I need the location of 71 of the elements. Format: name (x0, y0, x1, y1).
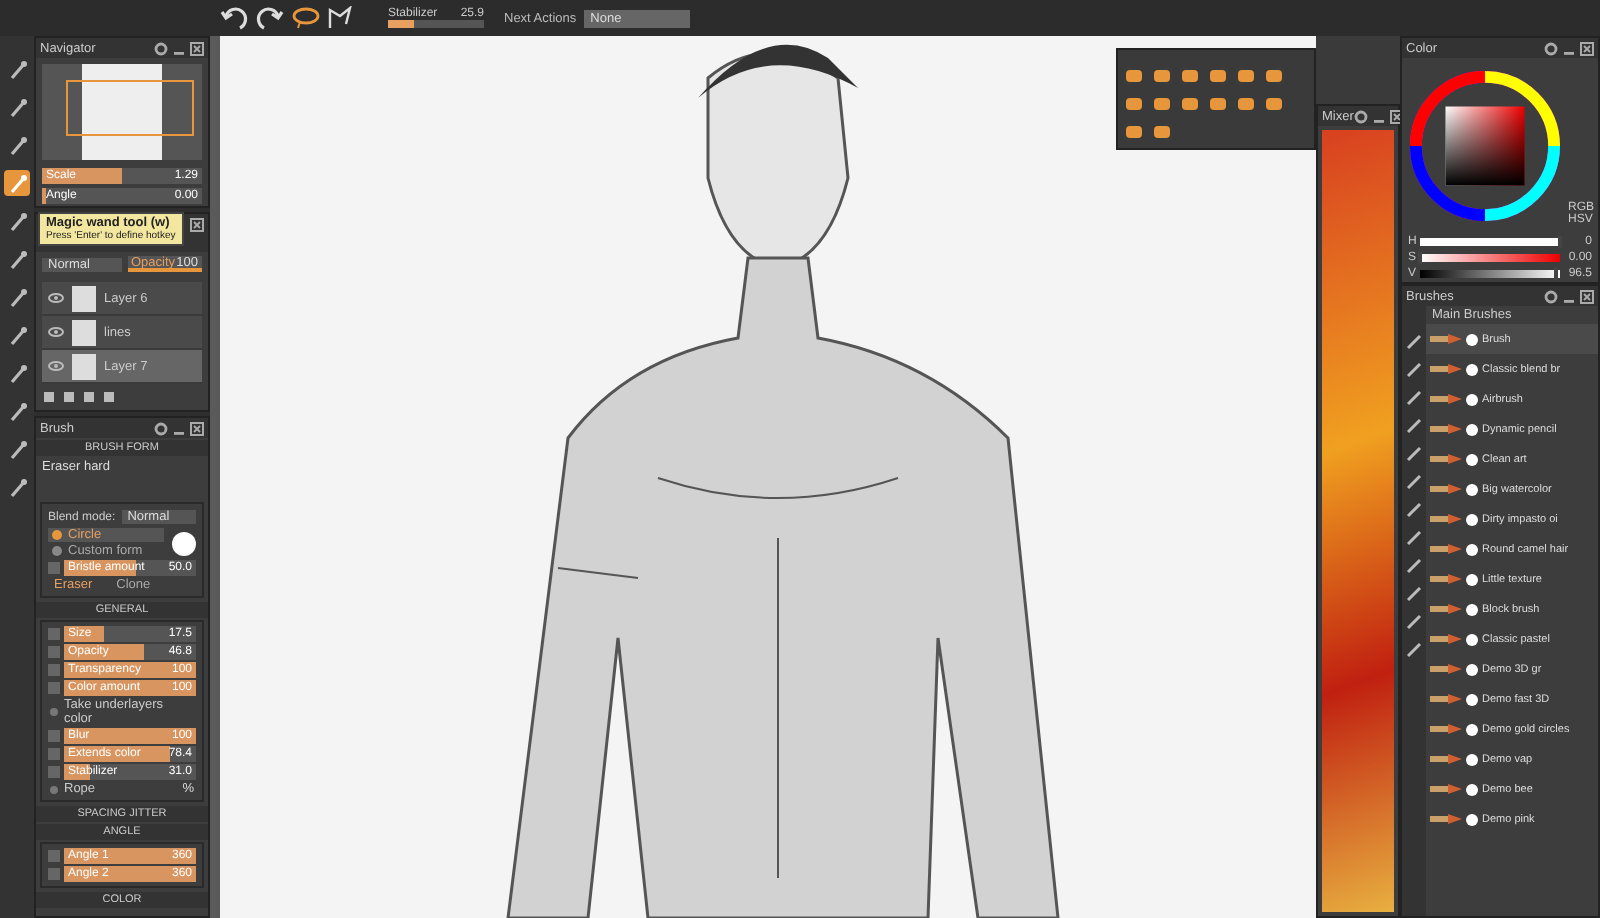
tool-icon (7, 97, 27, 117)
brush-icon[interactable] (1430, 632, 1462, 646)
slider-thumb[interactable] (1553, 268, 1558, 280)
tool-icon (7, 401, 27, 421)
brush-icon[interactable] (1430, 602, 1462, 616)
checkbox[interactable] (50, 708, 58, 716)
brush-icon[interactable] (1430, 752, 1462, 766)
brush-icon[interactable] (1430, 662, 1462, 676)
brush-icon[interactable] (1430, 392, 1462, 406)
brush-icon[interactable] (1430, 722, 1462, 736)
brush-icon[interactable] (1430, 332, 1462, 346)
canvas-thumbnail (82, 64, 162, 160)
tool-icon (7, 477, 27, 497)
toggle-button[interactable] (48, 562, 60, 574)
tool-icon (7, 59, 27, 79)
tool-icon (7, 287, 27, 307)
tool-icon (7, 211, 27, 231)
folder-icon[interactable] (62, 390, 76, 404)
circle-icon (52, 546, 62, 556)
eye-icon[interactable] (48, 292, 64, 304)
tool-button[interactable] (4, 170, 30, 196)
mask-icon[interactable] (82, 390, 96, 404)
drawing-canvas[interactable] (220, 36, 1316, 918)
slider-track[interactable] (388, 20, 484, 28)
color-wheel[interactable] (1406, 66, 1564, 226)
layer-thumbnail (72, 319, 96, 345)
navigator-preview[interactable] (42, 64, 202, 160)
circle-icon (52, 530, 62, 540)
eye-icon[interactable] (48, 360, 64, 372)
settings-icon[interactable] (1544, 289, 1558, 303)
settings-icon[interactable] (1353, 109, 1368, 123)
brush-icon[interactable] (1430, 512, 1462, 526)
close-icon[interactable] (1389, 109, 1404, 123)
eye-icon[interactable] (48, 326, 64, 338)
tool-icon (7, 439, 27, 459)
tool-icon (7, 173, 27, 193)
close-icon[interactable] (1580, 289, 1594, 303)
channel-slider[interactable] (1420, 238, 1560, 246)
close-icon[interactable] (1580, 41, 1594, 55)
tool-icon (7, 363, 27, 383)
brush-icon[interactable] (1430, 482, 1462, 496)
brush-icon[interactable] (1430, 452, 1462, 466)
view-frame (66, 80, 194, 136)
channel-slider[interactable] (1420, 270, 1560, 278)
close-icon[interactable] (190, 421, 204, 435)
brush-icon[interactable] (1430, 422, 1462, 436)
tool-icon (7, 135, 27, 155)
brush-icon[interactable] (1430, 542, 1462, 556)
settings-icon[interactable] (154, 41, 168, 55)
new-layer-icon[interactable] (42, 390, 56, 404)
brush-tip-preview (172, 531, 196, 555)
brush-icon[interactable] (1430, 782, 1462, 796)
settings-icon[interactable] (154, 421, 168, 435)
undo-icon[interactable] (220, 6, 248, 30)
layer-thumbnail (72, 353, 96, 379)
lasso-icon[interactable] (292, 6, 320, 30)
settings-icon[interactable] (1544, 41, 1558, 55)
tool-icon (7, 325, 27, 345)
brush-icon[interactable] (1430, 812, 1462, 826)
slider-thumb[interactable] (1418, 252, 1423, 264)
trash-icon[interactable] (102, 390, 116, 404)
redo-icon[interactable] (256, 6, 284, 30)
channel-slider[interactable] (1420, 254, 1560, 262)
brush-icon[interactable] (1430, 362, 1462, 376)
brush-icon[interactable] (1430, 692, 1462, 706)
close-icon[interactable] (190, 218, 204, 232)
close-icon[interactable] (190, 41, 204, 55)
tool-icon (7, 249, 27, 269)
brush-icon[interactable] (1430, 572, 1462, 586)
checkbox[interactable] (50, 785, 58, 793)
layer-thumbnail (72, 285, 96, 311)
